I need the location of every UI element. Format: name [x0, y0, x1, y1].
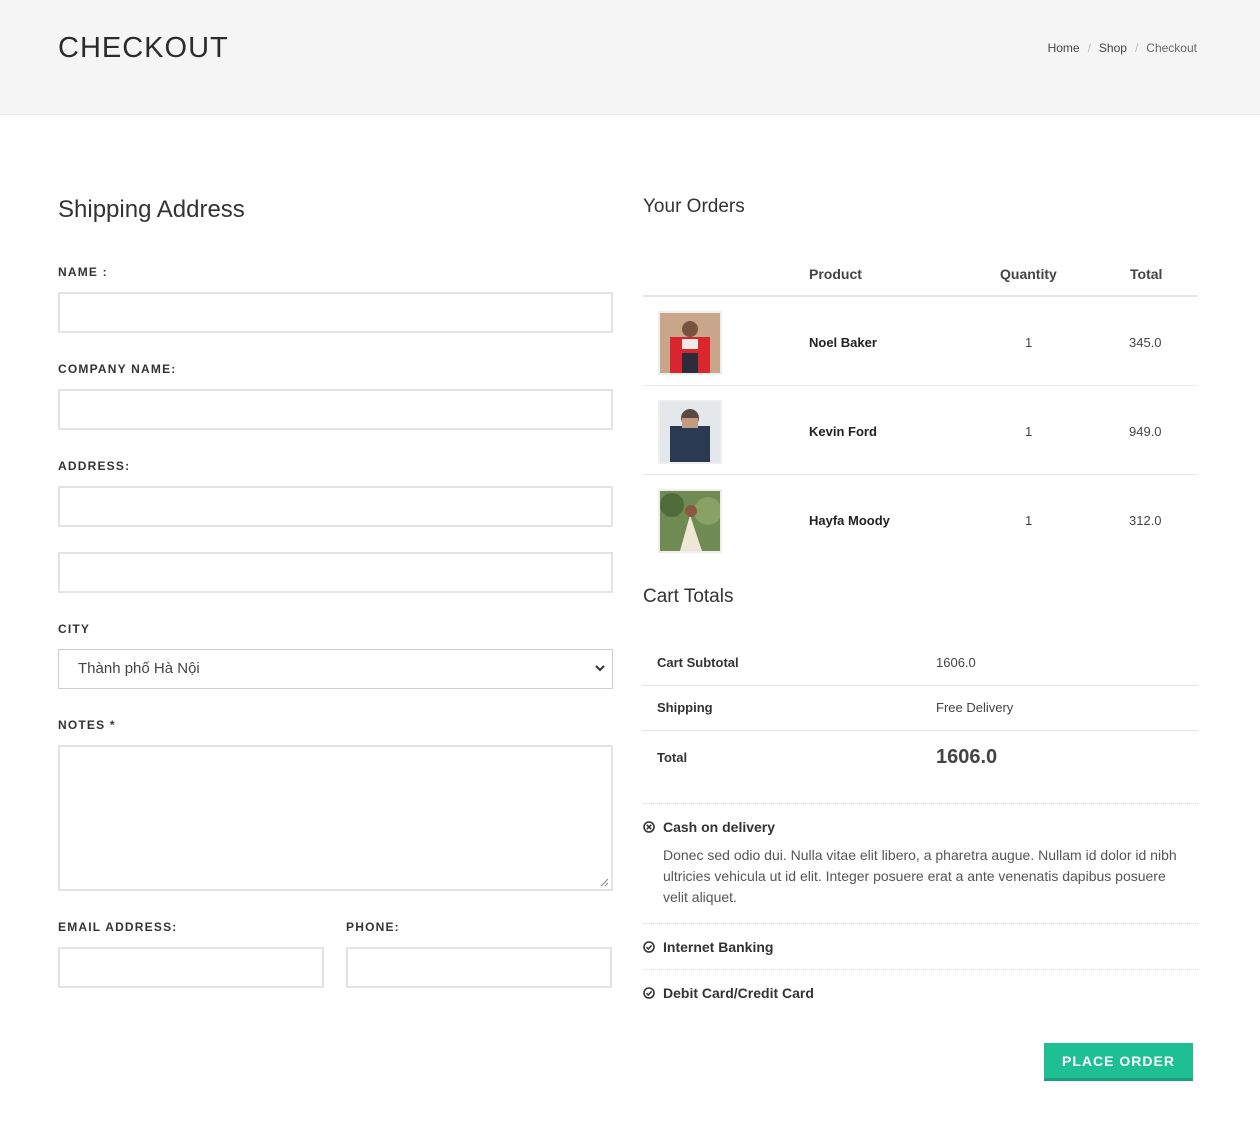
column-total: Total	[1130, 266, 1163, 282]
product-quantity: 1	[1025, 513, 1033, 528]
payment-methods: Cash on delivery Donec sed odio dui. Nul…	[643, 803, 1198, 1015]
email-label: EMAIL ADDRESS:	[58, 920, 178, 934]
product-thumbnail[interactable]	[658, 311, 722, 375]
product-quantity: 1	[1025, 335, 1033, 350]
product-total: 312.0	[1129, 513, 1162, 528]
grand-total-value: 1606.0	[936, 746, 998, 768]
city-label: CITY	[58, 622, 91, 636]
shipping-title: Shipping Address	[58, 196, 245, 223]
payment-cod-label[interactable]: Cash on delivery	[663, 819, 775, 835]
payment-banking-header[interactable]: Internet Banking	[643, 924, 1198, 969]
breadcrumb: Home / Shop / Checkout	[1048, 41, 1197, 55]
resize-grip-icon[interactable]	[600, 878, 609, 887]
subtotal-value: 1606.0	[936, 655, 976, 670]
product-total: 345.0	[1129, 335, 1162, 350]
name-label: NAME :	[58, 265, 108, 279]
breadcrumb-separator: /	[1134, 41, 1139, 55]
phone-input[interactable]	[346, 947, 612, 988]
company-name-label: COMPANY NAME:	[58, 362, 177, 376]
notes-label: NOTES *	[58, 718, 116, 732]
product-thumbnail[interactable]	[658, 489, 722, 553]
check-circle-icon[interactable]	[643, 941, 655, 953]
subtotal-label: Cart Subtotal	[657, 655, 739, 670]
email-input[interactable]	[58, 947, 324, 988]
table-row: Noel Baker 1 345.0	[643, 297, 1198, 386]
page-header: CHECKOUT Home / Shop / Checkout	[0, 0, 1260, 115]
cart-totals-table: Cart Subtotal 1606.0 Shipping Free Deliv…	[642, 640, 1198, 789]
payment-banking-label[interactable]: Internet Banking	[663, 939, 773, 955]
orders-title: Your Orders	[643, 196, 745, 217]
page-title: CHECKOUT	[58, 32, 229, 64]
orders-panel: Your Orders Product Quantity Total Noel …	[642, 196, 1198, 1001]
column-quantity: Quantity	[1000, 266, 1057, 282]
city-selected-value: Thành phố Hà Nội	[78, 660, 200, 677]
product-total: 949.0	[1129, 424, 1162, 439]
payment-internet-banking[interactable]: Internet Banking	[643, 924, 1198, 970]
address-line2-input[interactable]	[58, 552, 613, 593]
breadcrumb-checkout: Checkout	[1146, 41, 1197, 55]
orders-table-header: Product Quantity Total	[643, 254, 1198, 297]
place-order-button[interactable]: PLACE ORDER	[1044, 1043, 1193, 1081]
product-name[interactable]: Noel Baker	[809, 335, 877, 350]
total-row: Total 1606.0	[642, 731, 1198, 789]
check-circle-icon[interactable]	[643, 987, 655, 999]
breadcrumb-shop[interactable]: Shop	[1099, 41, 1127, 55]
product-name[interactable]: Kevin Ford	[809, 424, 877, 439]
breadcrumb-home[interactable]: Home	[1048, 41, 1080, 55]
radio-selected-icon[interactable]	[643, 821, 655, 833]
table-row: Kevin Ford 1 949.0	[643, 386, 1198, 475]
shipping-label: Shipping	[657, 700, 713, 715]
shipping-value: Free Delivery	[936, 700, 1014, 715]
name-input[interactable]	[58, 292, 613, 333]
product-name[interactable]: Hayfa Moody	[809, 513, 890, 528]
shipping-address-form: Shipping Address NAME : COMPANY NAME: AD…	[58, 196, 613, 988]
total-label: Total	[657, 750, 688, 765]
company-name-input[interactable]	[58, 389, 613, 430]
product-quantity: 1	[1025, 424, 1033, 439]
subtotal-row: Cart Subtotal 1606.0	[642, 640, 1198, 686]
payment-card-label[interactable]: Debit Card/Credit Card	[663, 985, 814, 1001]
notes-textarea[interactable]	[58, 745, 613, 891]
payment-cod-description: Donec sed odio dui. Nulla vitae elit lib…	[663, 847, 1177, 905]
payment-card[interactable]: Debit Card/Credit Card	[643, 970, 1198, 1015]
breadcrumb-separator: /	[1087, 41, 1091, 55]
shipping-row: Shipping Free Delivery	[642, 686, 1198, 731]
cart-totals-title: Cart Totals	[643, 586, 734, 607]
payment-cod[interactable]: Cash on delivery Donec sed odio dui. Nul…	[643, 804, 1198, 924]
phone-label: PHONE:	[346, 920, 400, 934]
payment-card-header[interactable]: Debit Card/Credit Card	[643, 970, 1198, 1015]
city-select[interactable]: Thành phố Hà Nội	[58, 649, 613, 689]
address-line1-input[interactable]	[58, 486, 613, 527]
column-product: Product	[809, 266, 862, 282]
product-thumbnail[interactable]	[658, 400, 722, 464]
payment-cod-header[interactable]: Cash on delivery	[643, 804, 1198, 849]
chevron-down-icon	[595, 665, 605, 672]
address-label: ADDRESS:	[58, 459, 131, 473]
orders-table: Product Quantity Total Noel Baker 1 345.…	[643, 254, 1198, 564]
table-row: Hayfa Moody 1 312.0	[643, 475, 1198, 564]
